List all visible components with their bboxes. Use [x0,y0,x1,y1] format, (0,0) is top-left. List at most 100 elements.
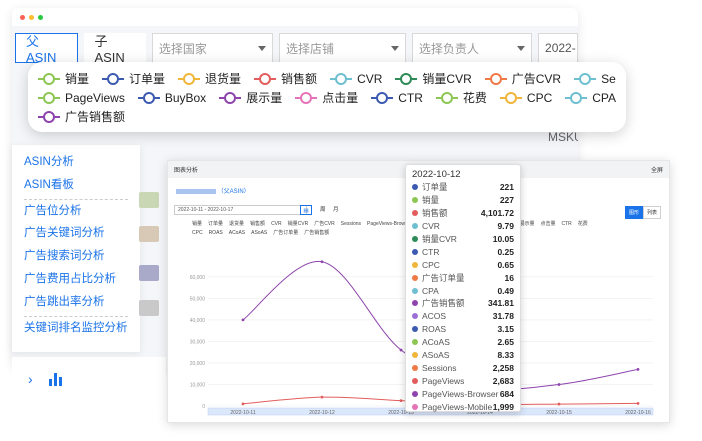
legend-label: CTR [398,90,423,105]
legend-label: BuyBox [164,90,207,105]
menu-item-ad-placement[interactable]: 广告位分析 [24,199,128,222]
close-window-dot[interactable] [20,14,25,20]
legend-marker-icon [38,72,60,85]
tab-child-asin[interactable]: 子ASIN [84,33,146,65]
legend-item[interactable]: CVR [330,72,382,86]
series-dot-icon [412,300,418,307]
tooltip-row: 销量CVR 10.05 [412,233,514,246]
tooltip-metric-name: CTR [422,246,440,257]
legend-item[interactable]: 销量 [38,70,89,87]
legend-item[interactable]: CPA [565,91,616,105]
tooltip-metric-name: ACoAS [422,337,450,348]
legend-label: 销量 [65,72,90,86]
tab-parent-asin[interactable]: 父ASIN [15,33,79,65]
legend-marker-icon [565,91,588,104]
data-point [557,383,561,386]
product-thumbnail [139,265,159,281]
date-range-input[interactable]: 2022- [538,33,578,63]
data-point [320,395,324,399]
legend-item[interactable]: 退货量 [178,70,241,87]
product-thumbnail [139,300,159,316]
legend-item[interactable]: 销量CVR [395,70,472,87]
legend-marker-icon [219,91,242,104]
tooltip-metric-value: 3.15 [497,324,514,335]
legend-item[interactable]: 花费 [435,89,487,106]
series-dot-icon [412,210,418,217]
tooltip-metric-name: ROAS [422,324,447,335]
tooltip-row: CPA 0.49 [412,284,514,297]
tooltip-metric-name: ASoAS [422,350,450,361]
legend-item[interactable]: 广告CVR [484,70,561,87]
series-dot-icon [412,326,418,333]
legend-label: 订单量 [129,72,166,86]
series-dot-icon [412,287,418,294]
tooltip-metric-value: 2,258 [492,362,514,373]
maximize-window-dot[interactable] [38,14,43,20]
legend-item[interactable]: 订单量 [102,70,165,87]
chevron-down-icon [258,45,267,51]
tooltip-metric-value: 9.79 [497,221,514,232]
tooltip-row: ACOS 31.78 [412,310,514,323]
legend-label: 展示量 [246,91,283,105]
chevron-right-icon[interactable]: › [28,371,33,387]
series-dot-icon [412,339,418,346]
menu-item-ad-search-term[interactable]: 广告搜索词分析 [24,245,128,268]
legend-label: 广告销售额 [65,110,126,124]
store-select-placeholder: 选择店铺 [286,41,335,56]
tooltip-metric-value: 16 [504,272,514,283]
legend-item[interactable]: 销售额 [254,70,317,87]
legend-item[interactable]: PageViews [38,91,125,105]
menu-item-keyword-rank[interactable]: 关键词排名监控分析 [24,316,128,339]
menu-item-asin-analysis[interactable]: ASIN分析 [24,151,128,174]
series-dot-icon [412,261,418,268]
tooltip-metric-name: ACOS [422,311,447,322]
legend-label: 销售额 [281,72,318,86]
minimize-window-dot[interactable] [29,14,34,20]
tooltip-metric-name: 广告订单量 [422,272,465,283]
menu-item-ad-cost-ratio[interactable]: 广告费用占比分析 [24,268,128,291]
legend-item[interactable]: CPC [499,90,553,105]
series-dot-icon [412,197,418,204]
chart-tooltip: 2022-10-12 订单量 221 销量 227 销售额 4,101.72 CVR 9.79… [405,164,521,412]
tooltip-metric-value: 31.78 [492,311,514,322]
legend-label: Sess [601,71,616,86]
owner-select[interactable]: 选择负责人 [411,33,533,63]
country-select[interactable]: 选择国家 [151,33,274,63]
tooltip-metric-name: 销量CVR [422,234,457,244]
tooltip-metric-name: 销量 [422,195,440,206]
legend-item[interactable]: 点击量 [295,89,358,106]
tooltip-row: 广告销售额 341.81 [412,297,514,310]
y-tick-label: 60,000 [190,275,206,281]
x-tick-label: 2022-10-11 [230,410,255,416]
x-tick-label: 2022-10-12 [309,410,335,416]
legend-label: 点击量 [322,91,359,105]
filter-bar: 父ASIN 子ASIN 选择国家 选择店铺 选择负责人 2022- [12,30,578,66]
legend-item[interactable]: CTR [371,91,423,105]
legend-marker-icon [330,72,353,85]
store-select[interactable]: 选择店铺 [279,33,406,63]
legend-item[interactable]: Sess [574,72,616,86]
tooltip-metric-value: 8.33 [497,350,514,361]
data-point [399,399,403,403]
tooltip-row: CPC 0.65 [412,258,514,271]
menu-item-ad-keyword[interactable]: 广告关键词分析 [24,222,128,245]
tooltip-metric-name: PageViews-Mobile [422,401,493,412]
series-dot-icon [412,377,418,384]
owner-select-placeholder: 选择负责人 [418,41,479,56]
tooltip-row: 销售额 4,101.72 [412,207,514,220]
menu-item-asin-board[interactable]: ASIN看板 [24,174,128,197]
legend-row: 销量 订单量 退货量 销售额 CVR 销量CVR 广告CVR Sess [38,69,616,88]
legend-label: 退货量 [205,72,242,86]
legend-item[interactable]: BuyBox [137,90,207,105]
tooltip-row: 广告订单量 16 [412,271,514,284]
legend-item[interactable]: 广告销售额 [38,108,125,125]
menu-item-ad-bounce-rate[interactable]: 广告跳出率分析 [24,291,128,314]
tooltip-row: Sessions 2,258 [412,361,514,374]
legend-item[interactable]: 展示量 [219,89,282,106]
chevron-down-icon [517,45,526,51]
legend-label: CPC [526,90,553,105]
data-point [241,402,245,406]
tooltip-metric-name: CVR [422,221,440,232]
date-range-partial: 2022- [545,41,576,55]
bar-chart-icon[interactable] [48,372,62,386]
